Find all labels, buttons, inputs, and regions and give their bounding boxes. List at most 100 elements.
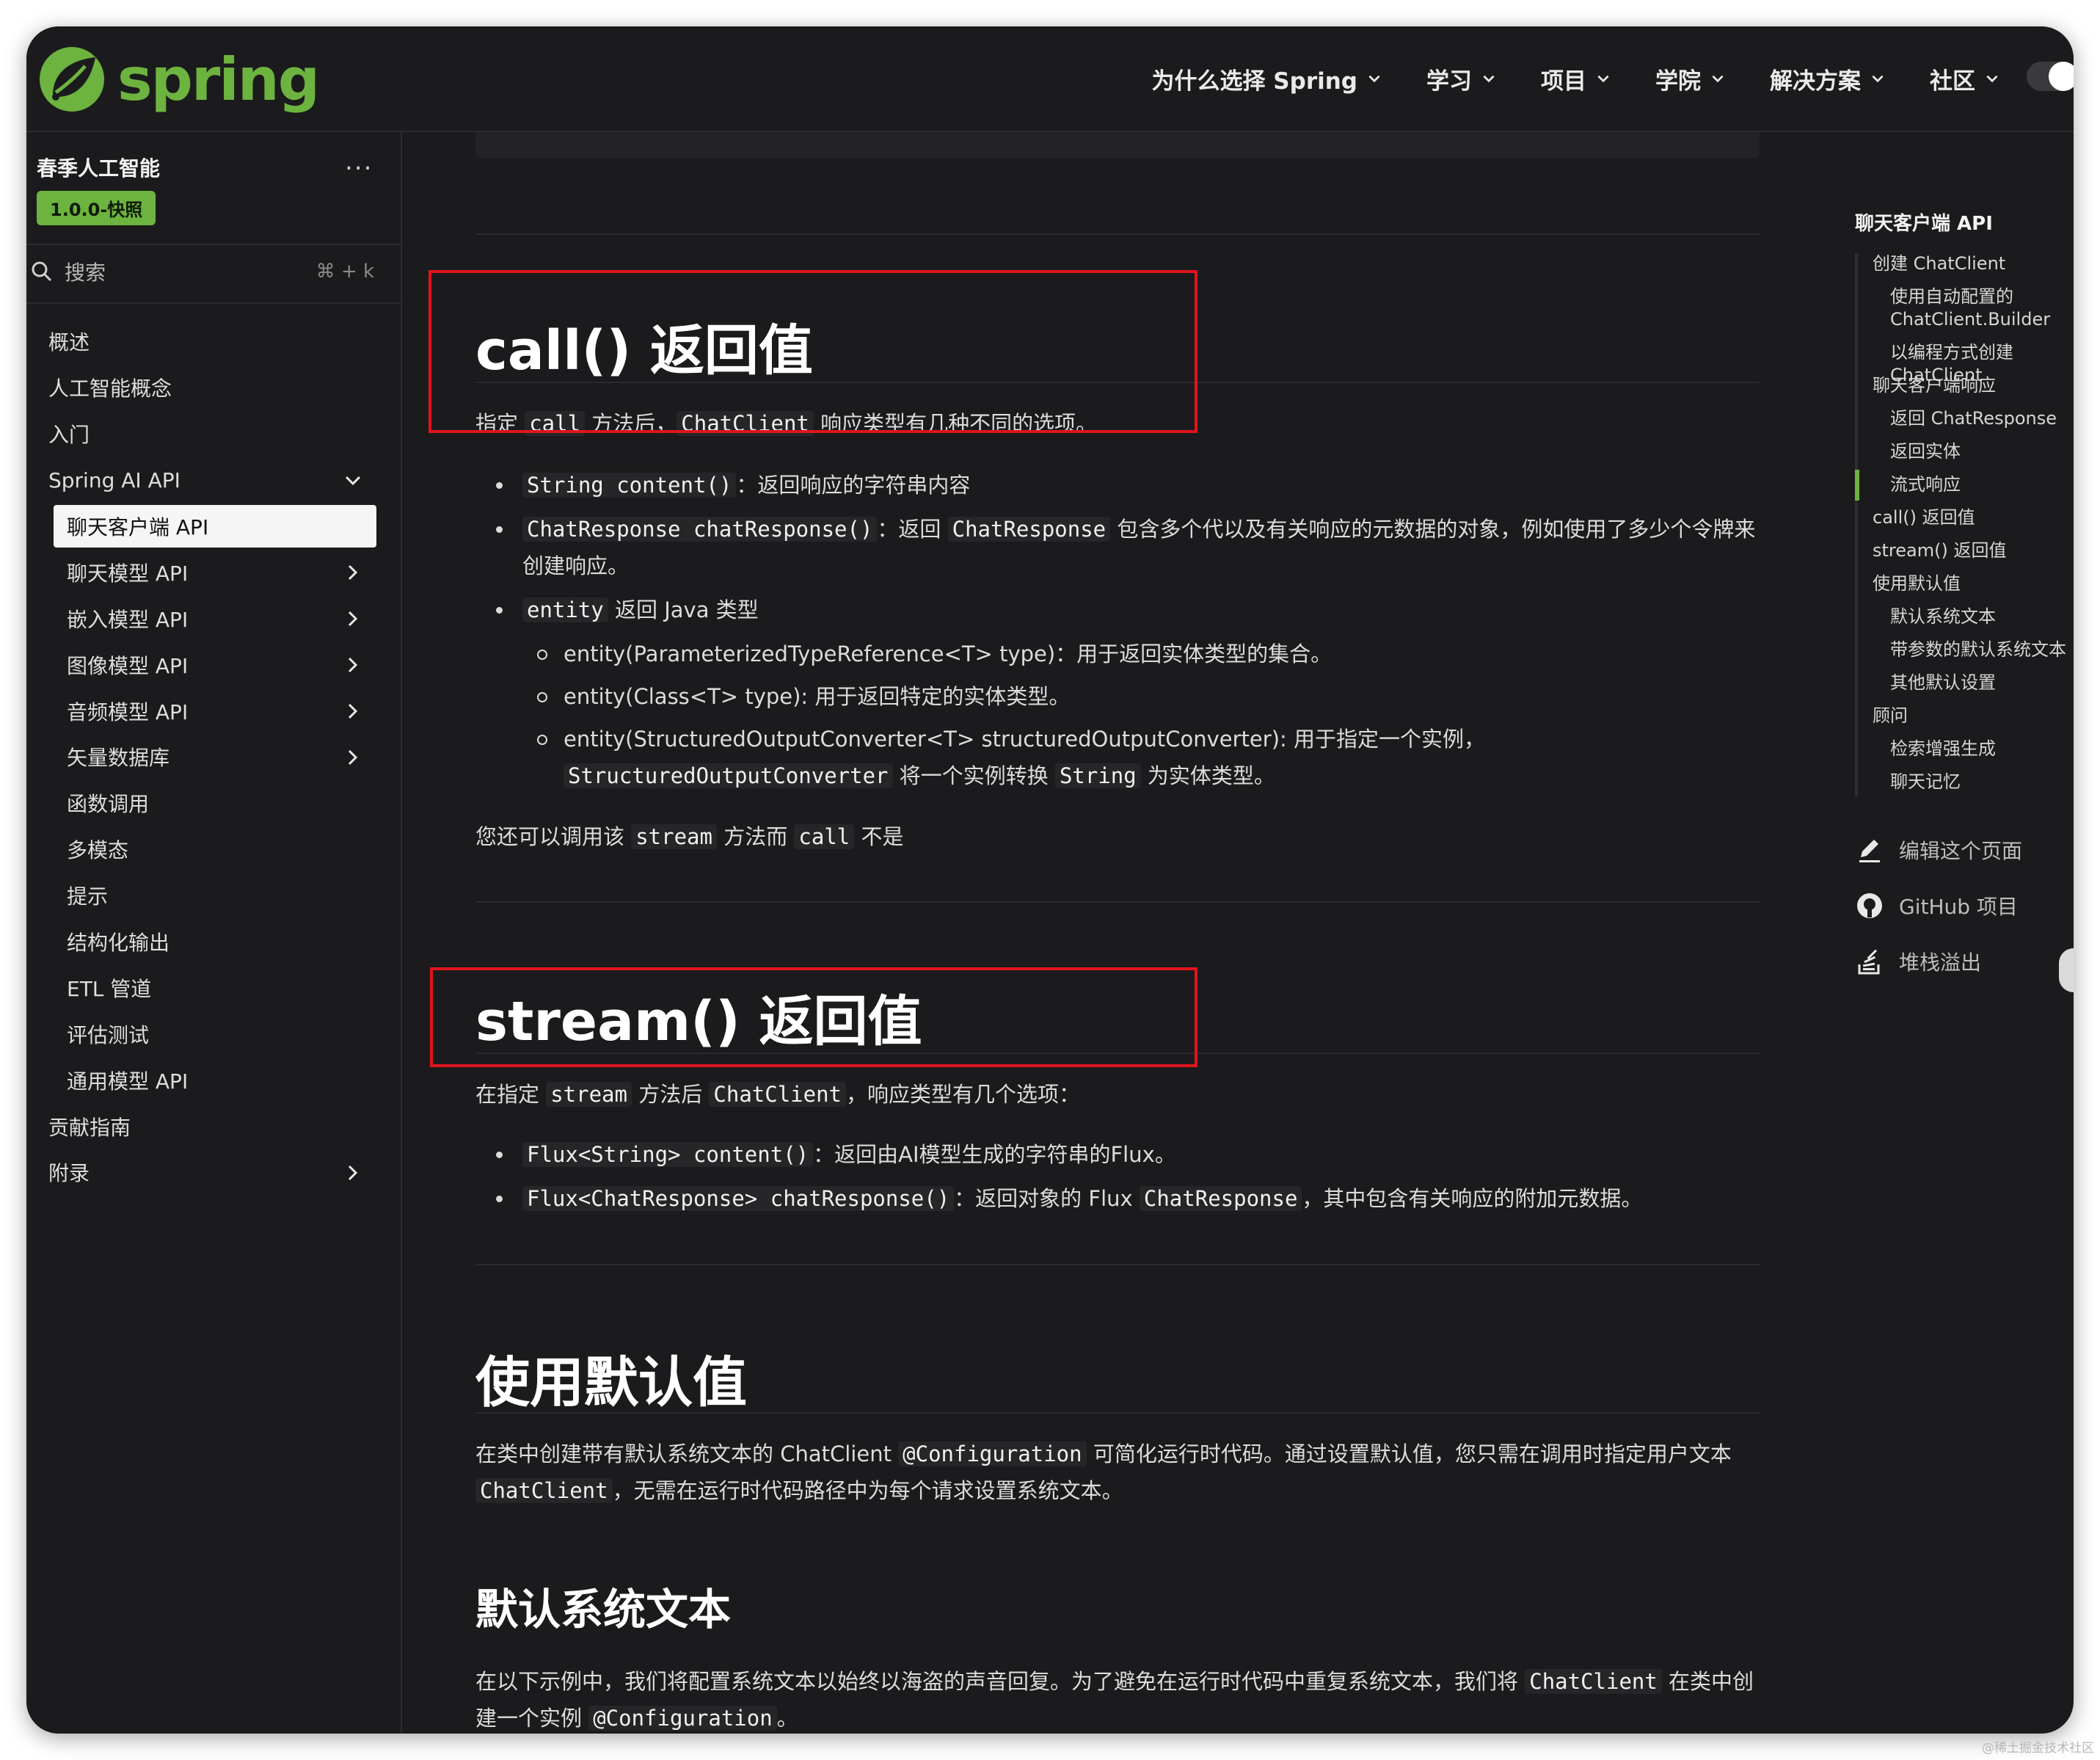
stackoverflow-icon [1858,949,1880,975]
chevron-right-icon[interactable] [343,655,362,674]
nav-projects[interactable]: 项目 [1541,62,1611,95]
text: ，无需在运行时代码路径中为每个请求设置系统文本。 [612,1478,1123,1503]
link-label: 编辑这个页面 [1899,839,2023,863]
theme-toggle[interactable] [2027,62,2074,91]
text: ：返回 [877,517,948,542]
sidebar-item-label: ETL 管道 [67,976,152,1001]
logo-text: spring [117,45,320,114]
sidebar-item[interactable]: 函数调用 [26,780,401,826]
sidebar-item[interactable]: 提示 [26,873,401,919]
sidebar-item-label: 聊天客户端 API [67,515,209,539]
nav-solutions[interactable]: 解决方案 [1770,62,1886,95]
edit-page-link[interactable]: 编辑这个页面 [1855,822,2022,878]
nav-label: 学习 [1426,68,1472,95]
chevron-right-icon[interactable] [343,609,362,628]
scroll-to-top-button[interactable] [2059,948,2074,992]
toc-item[interactable]: 默认系统文本 [1890,606,2068,628]
sidebar-item[interactable]: 嵌入模型 API [26,595,401,641]
nav-label: 为什么选择 Spring [1151,68,1357,95]
nav-learn[interactable]: 学习 [1426,62,1497,95]
text: 在以下示例中，我们将配置系统文本以始终以海盗的声音回复。为了避免在运行时代码中重… [475,1669,1525,1694]
sidebar-item[interactable]: 通用模型 API [26,1057,401,1103]
chevron-right-icon[interactable] [343,748,362,767]
toc-item[interactable]: 其他默认设置 [1890,672,2068,694]
spring-logo[interactable]: spring [37,43,320,116]
github-link[interactable]: GitHub 项目 [1855,878,2022,934]
text: 您还可以调用该 [475,824,632,849]
inline-code: String [1054,763,1141,788]
code-block [475,132,1760,159]
sidebar-item[interactable]: 结构化输出 [26,919,401,965]
toc-item[interactable]: 使用自动配置的 ChatClient.Builder [1890,286,2068,331]
toc-item[interactable]: 使用默认值 [1873,572,2068,595]
sidebar-item[interactable]: 贡献指南 [26,1103,401,1149]
sidebar-item[interactable]: 入门 [26,411,401,457]
sidebar-item[interactable]: ETL 管道 [26,964,401,1011]
sidebar-item-label: 音频模型 API [67,699,189,724]
sidebar-nav-list: 概述 人工智能概念 入门 Spring AI API 聊天客户端 API 聊天模型 API… [26,319,401,1196]
chevron-down-icon [1872,75,1884,83]
nav-community[interactable]: 社区 [1930,62,2000,95]
toc-item[interactable]: 聊天客户端响应 [1873,374,2068,397]
search-input[interactable]: 搜索 ⌘ + k [31,251,383,292]
toc-item[interactable]: 带参数的默认系统文本 [1890,639,2068,661]
sidebar-item[interactable]: 多模态 [26,826,401,873]
toc-item[interactable]: call() 返回值 [1873,506,2068,529]
text: ，响应类型有几个选项： [846,1082,1081,1107]
sidebar-item-label: 贡献指南 [48,1115,131,1140]
sidebar-item[interactable]: 图像模型 API [26,641,401,688]
toc-item[interactable]: 聊天记忆 [1890,771,2068,793]
stackoverflow-link[interactable]: 堆栈溢出 [1855,934,2022,989]
sidebar-item-label: 函数调用 [67,792,150,817]
inline-code: String content() [522,473,737,498]
chevron-down-icon[interactable] [343,471,362,490]
sidebar-item[interactable]: 音频模型 API [26,688,401,734]
text: 方法而 [716,824,795,849]
chevron-right-icon[interactable] [343,702,362,721]
text: ：返回对象的 Flux [954,1186,1140,1211]
sidebar-item-label: 聊天模型 API [67,561,189,586]
toc-item[interactable]: 流式响应 [1890,473,2068,496]
sidebar-divider [26,244,401,245]
toc-item[interactable]: 返回 ChatResponse [1890,407,2068,430]
sidebar-item[interactable]: 概述 [26,319,401,365]
text: entity(StructuredOutputConverter<T> stru… [564,727,1485,752]
more-options-button[interactable]: ... [345,147,373,176]
sidebar-item-label: 提示 [67,884,109,909]
sidebar-item[interactable]: Spring AI API [26,457,401,503]
chevron-right-icon[interactable] [343,563,362,582]
link-label: GitHub 项目 [1899,895,2018,919]
sidebar-item-label: Spring AI API [48,468,181,492]
chevron-right-icon[interactable] [343,1163,362,1182]
sidebar-item[interactable]: 附录 [26,1149,401,1196]
nav-label: 学院 [1655,68,1701,95]
sidebar-item[interactable]: 聊天模型 API [26,549,401,595]
toc-item[interactable]: 顾问 [1873,705,2068,727]
inline-code: Flux<String> content() [522,1142,814,1167]
sidebar-title: 春季人工智能 [37,156,161,181]
chevron-down-icon [1986,75,1998,83]
toc-item[interactable]: 检索增强生成 [1890,738,2068,760]
top-navbar: spring 为什么选择 Spring 学习 项目 学院 解决方案 社区 [26,26,2074,132]
github-icon [1857,893,1882,918]
toc-item[interactable]: stream() 返回值 [1873,539,2068,562]
text: 在类中创建带有默认系统文本的 ChatClient [475,1441,899,1466]
sidebar-item[interactable]: 人工智能概念 [26,365,401,411]
sidebar-item[interactable]: 矢量数据库 [26,734,401,780]
main-content: call() 返回值 指定 call 方法后， ChatClient 响应类型有几… [402,132,1796,1734]
toc-item[interactable]: 返回实体 [1890,440,2068,463]
toc-item[interactable]: 创建 ChatClient [1873,252,2068,275]
sidebar-item[interactable]: 评估测试 [26,1011,401,1057]
nav-why-spring[interactable]: 为什么选择 Spring [1152,62,1382,95]
heading-underline [475,1412,1760,1414]
inline-code: ChatResponse chatResponse() [522,517,878,542]
text: 可简化运行时代码。通过设置默认值，您只需在调用时指定用户文本 [1086,1441,1732,1466]
watermark: @稀土掘金技术社区 [1982,1741,2094,1756]
version-badge[interactable]: 1.0.0-快照 [37,191,156,225]
nav-academy[interactable]: 学院 [1655,62,1726,95]
sidebar-item-label: 附录 [48,1161,90,1186]
inline-code: @Configuration [588,1706,777,1731]
sidebar-item[interactable]: 聊天客户端 API [26,503,401,550]
sidebar-item-label: 图像模型 API [67,653,189,678]
text: entity(ParameterizedTypeReference<T> typ… [564,641,1332,666]
